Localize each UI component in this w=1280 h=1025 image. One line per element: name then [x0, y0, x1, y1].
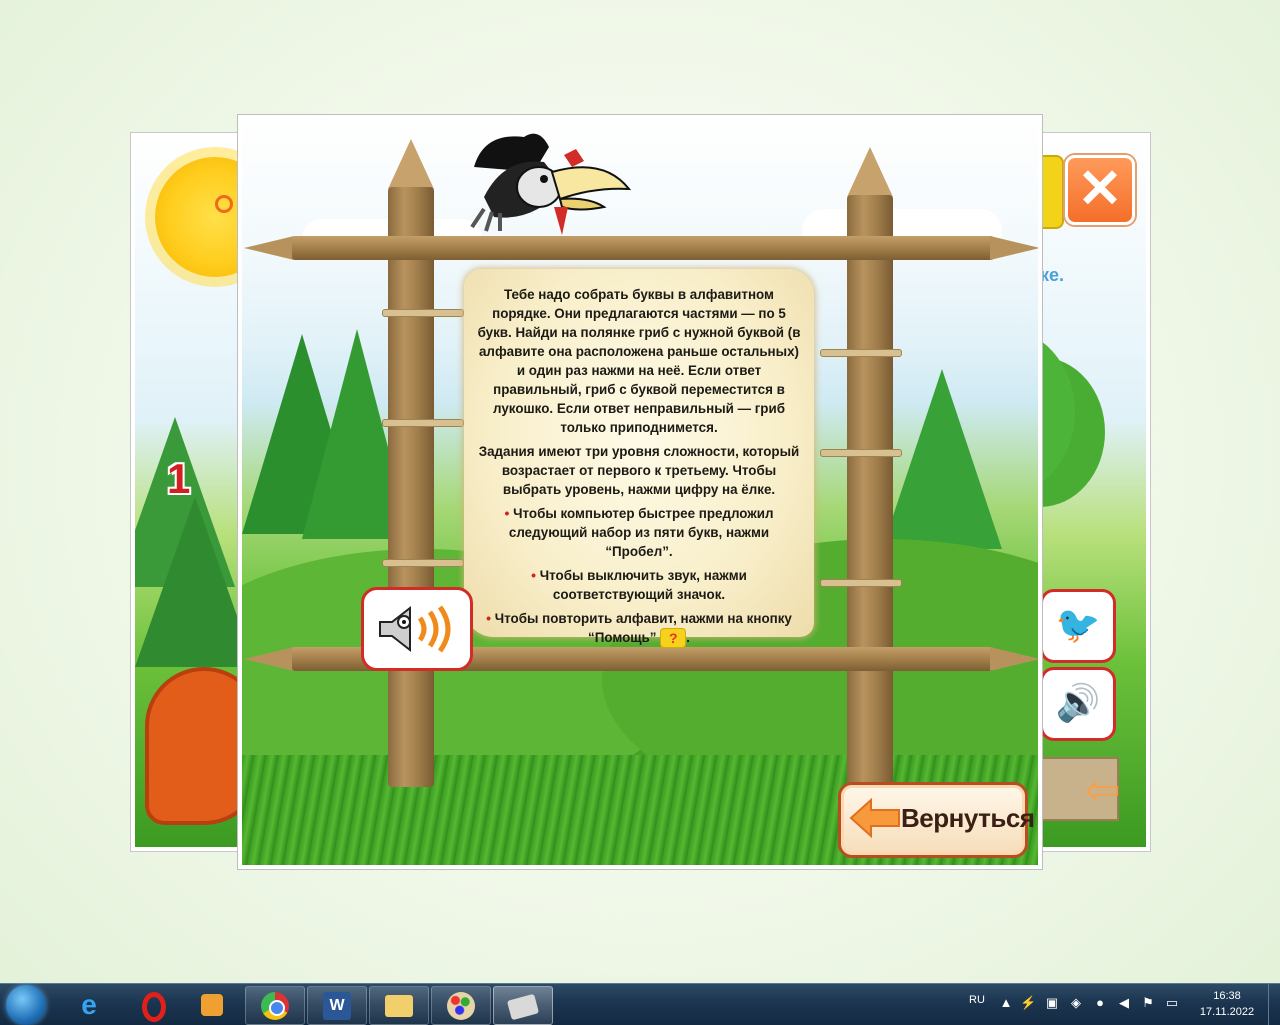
post-tip — [388, 139, 434, 189]
instructions-paragraph: Тебе надо собрать буквы в алфавитном пор… — [477, 287, 801, 435]
instructions-bullet: • Чтобы повторить алфавит, нажми на кноп… — [476, 609, 802, 649]
back-button-label: Вернуться — [901, 803, 1035, 833]
instructions-window: Тебе надо собрать буквы в алфавитном пор… — [237, 114, 1043, 870]
background-hint-text: ке. — [1040, 265, 1065, 285]
folder-icon — [385, 995, 413, 1017]
taskbar: e W RU ▲ ⚡ ▣ ◈ ● ◀ ⚑ ▭ 16:38 17.11.2022 — [0, 983, 1280, 1025]
arrow-left-icon[interactable]: ⇦ — [1085, 765, 1120, 814]
rope — [382, 419, 464, 427]
instructions-paragraph: Задания имеют три уровня сложности, кото… — [478, 444, 800, 497]
post-tip — [847, 147, 893, 197]
arrow-left-icon — [849, 797, 900, 839]
network-icon[interactable]: ⚡ — [1020, 995, 1036, 1011]
background-crow-button[interactable]: 🐦 — [1040, 589, 1116, 663]
bullet-marker: • — [531, 567, 536, 583]
taskbar-media-player[interactable] — [183, 986, 241, 1023]
back-button[interactable]: Вернуться — [838, 782, 1035, 858]
tray-expand-icon[interactable]: ▲ — [998, 995, 1014, 1011]
internet-explorer-icon: e — [81, 989, 97, 1020]
chrome-icon — [261, 992, 289, 1020]
background-sound-button[interactable]: 🔊 — [1040, 667, 1116, 741]
opera-icon — [142, 992, 166, 1022]
wooden-post-left — [388, 187, 434, 787]
taskbar-internet-explorer[interactable]: e — [60, 986, 118, 1023]
bullet-text: Чтобы компьютер быстрее предложил следую… — [508, 506, 774, 559]
beam-tip — [244, 647, 294, 671]
bullet-end: . — [686, 630, 690, 645]
rope — [820, 449, 902, 457]
antivirus-icon[interactable]: ● — [1092, 995, 1108, 1011]
beam-tip — [990, 647, 1038, 671]
fir-tree — [882, 369, 1002, 549]
wooden-post-right — [847, 195, 893, 795]
bullet-text: Чтобы выключить звук, нажми соответствую… — [539, 568, 747, 602]
rope — [820, 579, 902, 587]
taskbar-paint[interactable] — [431, 986, 491, 1025]
word-icon: W — [323, 992, 351, 1020]
instructions-bullet: • Чтобы компьютер быстрее предложил след… — [476, 504, 802, 561]
volume-icon[interactable]: ◀ — [1116, 995, 1132, 1011]
level-1-button[interactable]: 1 — [167, 455, 190, 503]
taskbar-chrome[interactable] — [245, 986, 305, 1025]
show-desktop-button[interactable] — [1268, 984, 1280, 1025]
bullet-text: Чтобы повторить алфавит, нажми на кнопку… — [494, 611, 792, 645]
sound-toggle-button[interactable] — [361, 587, 473, 671]
beam-tip — [244, 236, 294, 260]
beam-tip — [990, 236, 1038, 260]
taskbar-opera[interactable] — [122, 986, 180, 1023]
clock[interactable]: 16:38 17.11.2022 — [1192, 988, 1262, 1020]
crow-character-icon — [470, 133, 632, 235]
rope — [382, 559, 464, 567]
instructions-text: Тебе надо собрать буквы в алфавитном пор… — [476, 285, 802, 653]
sun-eye — [215, 195, 233, 213]
game-app-icon — [506, 993, 540, 1021]
wooden-beam-top — [292, 236, 994, 260]
clock-time: 16:38 — [1213, 990, 1241, 1002]
security-icon[interactable]: ◈ — [1068, 995, 1084, 1011]
tray-app-icon[interactable]: ▣ — [1044, 995, 1060, 1011]
taskbar-word[interactable]: W — [307, 986, 367, 1025]
speaker-icon: 🔊 — [1055, 682, 1101, 723]
paint-palette-icon — [447, 992, 475, 1020]
speaker-icon — [379, 605, 451, 653]
rope — [382, 309, 464, 317]
action-center-flag-icon[interactable]: ⚑ — [1140, 995, 1156, 1011]
close-icon[interactable]: ✕ — [1065, 155, 1135, 225]
bullet-marker: • — [486, 610, 492, 626]
start-button[interactable] — [6, 985, 46, 1025]
bullet-marker: • — [504, 505, 510, 521]
media-player-icon — [201, 994, 223, 1016]
instructions-bullet: • Чтобы выключить звук, нажми соответств… — [476, 566, 802, 604]
rope — [820, 349, 902, 357]
clock-date: 17.11.2022 — [1199, 1006, 1255, 1018]
display-icon[interactable]: ▭ — [1164, 995, 1180, 1011]
taskbar-file-explorer[interactable] — [369, 986, 429, 1025]
forest-scene: Тебе надо собрать буквы в алфавитном пор… — [242, 119, 1038, 865]
taskbar-game-app[interactable] — [493, 986, 553, 1025]
crow-icon: 🐦 — [1055, 604, 1101, 645]
help-button-icon: ? — [660, 628, 687, 649]
language-indicator[interactable]: RU — [969, 994, 985, 1006]
